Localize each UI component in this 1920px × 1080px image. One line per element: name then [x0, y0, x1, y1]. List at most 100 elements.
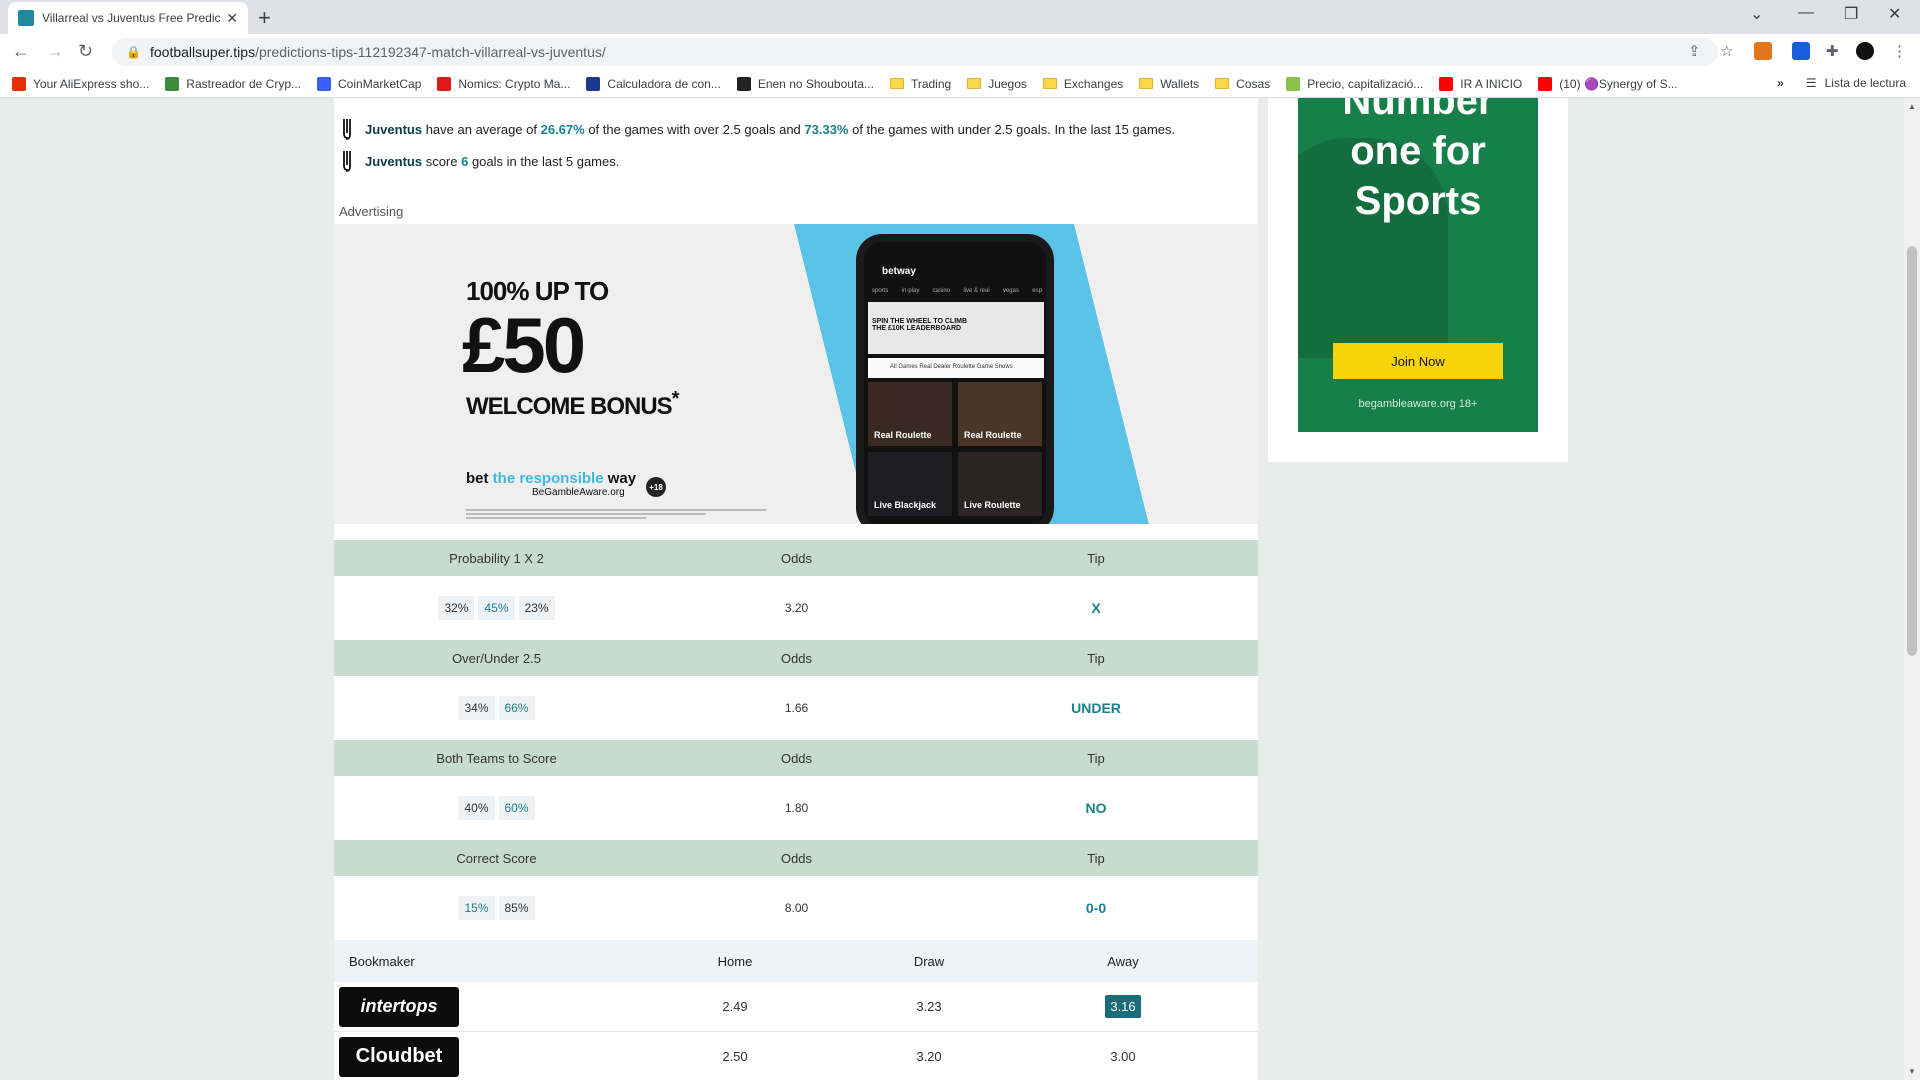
stat-line-goals: Juventus score 6 goals in the last 5 gam… — [342, 150, 619, 172]
share-icon[interactable]: ⇪ — [1688, 42, 1701, 60]
probability-chip: 15% — [458, 896, 495, 920]
bookmark-label: Wallets — [1160, 76, 1200, 91]
best-odds-badge[interactable]: 3.16 — [1105, 995, 1141, 1018]
chrome-menu-icon[interactable]: ⋮ — [1892, 42, 1907, 60]
bookmark-item[interactable]: IR A INICIO — [1439, 76, 1523, 91]
reading-list-icon[interactable]: ☰ — [1806, 76, 1817, 90]
minimize-icon[interactable]: — — [1798, 4, 1814, 22]
market-name: Both Teams to Score — [436, 750, 557, 766]
scroll-up-icon[interactable]: ▲ — [1908, 102, 1916, 111]
game-tile-label: Live Blackjack — [874, 500, 937, 510]
tip-label: Tip — [1087, 750, 1105, 766]
probability-chip: 34% — [458, 696, 495, 720]
odds-home[interactable]: 2.49 — [638, 999, 832, 1014]
odds-home[interactable]: 2.50 — [638, 1049, 832, 1064]
bookmark-label: Cosas — [1236, 76, 1271, 91]
bookmark-label: Exchanges — [1063, 76, 1124, 91]
folder-icon — [1042, 78, 1057, 89]
bookmark-item[interactable]: Enen no Shouboutа... — [736, 76, 874, 91]
bookmark-item[interactable]: Calculadora de con... — [586, 76, 721, 91]
url-path: /predictions-tips-112192347-match-villar… — [255, 44, 606, 60]
profile-avatar-icon[interactable] — [1856, 42, 1874, 60]
back-icon[interactable]: ← — [12, 41, 30, 62]
phone-brand: betway — [882, 266, 916, 277]
scroll-thumb[interactable] — [1907, 246, 1917, 656]
bookmark-item[interactable]: Trading — [889, 77, 951, 91]
odds-value: 1.80 — [784, 801, 809, 815]
col-draw: Draw — [913, 953, 945, 969]
address-bar[interactable]: 🔒 footballsuper.tips/predictions-tips-11… — [112, 38, 1718, 66]
bookmark-label: (10) 🟣Synergy of S... — [1559, 76, 1678, 91]
bitwarden-extension-icon[interactable] — [1792, 42, 1810, 60]
bookmark-item[interactable]: CoinMarketCap — [317, 76, 422, 91]
bookmaker-row: Cloudbet 2.50 3.20 3.00 — [334, 1032, 1258, 1080]
odds-draw[interactable]: 3.23 — [832, 999, 1026, 1014]
close-window-icon[interactable]: ✕ — [1888, 4, 1901, 24]
team-name[interactable]: Juventus — [365, 122, 422, 137]
bookmark-item[interactable]: Rastreador de Cryp... — [165, 76, 301, 91]
sidebar-sports-ad[interactable]: Number one for Sports Join Now begamblea… — [1298, 98, 1538, 432]
bookmark-item[interactable]: (10) 🟣Synergy of S... — [1538, 76, 1678, 91]
bookmark-label: CoinMarketCap — [338, 76, 422, 91]
betway-banner-ad[interactable]: 100% UP TO £50 WELCOME BONUS* bet the re… — [334, 224, 1258, 524]
market-name: Probability 1 X 2 — [449, 550, 544, 566]
join-now-button[interactable]: Join Now — [1333, 343, 1503, 379]
bookmark-label: IR A INICIO — [1460, 76, 1523, 91]
fine-print — [466, 509, 766, 519]
bookmark-item[interactable]: Nomics: Crypto Ma... — [437, 76, 570, 91]
probability-chip: 45% — [478, 596, 515, 620]
probability-list: 40% 60% — [334, 796, 659, 820]
tip-value: 0-0 — [1085, 900, 1107, 916]
prediction-data-row: 15% 85% 8.00 0-0 — [334, 876, 1258, 940]
col-bookmaker: Bookmaker — [349, 953, 415, 969]
close-tab-icon[interactable]: ✕ — [226, 10, 238, 27]
col-away: Away — [1107, 953, 1139, 969]
page-scrollbar[interactable]: ▲ ▼ — [1904, 98, 1920, 1080]
phone-mockup: betway sports in-play casino live & real veg… — [856, 234, 1054, 524]
bookmark-label: Calculadora de con... — [607, 76, 721, 91]
new-tab-icon[interactable]: + — [258, 5, 271, 31]
odds-draw[interactable]: 3.20 — [832, 1049, 1026, 1064]
ad-headline: Number one for Sports — [1298, 98, 1538, 226]
stat-line-over-under: Juventus have an average of 26.67% of th… — [342, 118, 1175, 140]
tab-title: Villarreal vs Juventus Free Predict — [42, 11, 221, 25]
more-bookmarks-icon[interactable]: » — [1777, 76, 1784, 90]
odds-value: 8.00 — [784, 901, 809, 915]
tip-value: NO — [1085, 800, 1107, 816]
bookmark-star-icon[interactable]: ☆ — [1720, 42, 1733, 60]
bookmark-favicon-icon — [586, 76, 601, 91]
reload-icon[interactable]: ↻ — [78, 41, 93, 62]
extensions-puzzle-icon[interactable]: ✚ — [1826, 42, 1839, 60]
bookmark-item[interactable]: Your AliExpress sho... — [12, 76, 150, 91]
probability-chip: 66% — [498, 696, 535, 720]
bookmark-item[interactable]: Cosas — [1215, 77, 1270, 91]
bookmaker-logo[interactable]: Cloudbet — [339, 1036, 459, 1077]
metamask-extension-icon[interactable] — [1754, 42, 1772, 60]
banner-bonus-mark: * — [671, 388, 680, 410]
game-tile-label: Real Roulette — [874, 430, 932, 440]
phone-menu-item: casino — [932, 288, 950, 294]
reading-list-label[interactable]: Lista de lectura — [1825, 76, 1906, 90]
bookmark-item[interactable]: Wallets — [1139, 77, 1199, 91]
odds-label: Odds — [780, 650, 813, 666]
juventus-crest-icon — [342, 118, 356, 140]
restore-icon[interactable]: ❐ — [1844, 4, 1858, 24]
scroll-down-icon[interactable]: ▼ — [1908, 1067, 1916, 1076]
prediction-header-row: Probability 1 X 2 Odds Tip — [334, 540, 1258, 576]
bookmark-label: Your AliExpress sho... — [33, 76, 150, 91]
odds-away[interactable]: 3.00 — [1110, 1049, 1135, 1064]
bookmark-item[interactable]: Juegos — [967, 77, 1027, 91]
probability-list: 34% 66% — [334, 696, 659, 720]
bookmaker-odds-table: Bookmaker Home Draw Away intertops 2.49 3.… — [334, 940, 1258, 1080]
bookmark-item[interactable]: Precio, capitalizació... — [1286, 76, 1423, 91]
bookmaker-logo[interactable]: intertops — [339, 986, 459, 1027]
browser-tab-active[interactable]: Villarreal vs Juventus Free Predict ✕ — [8, 2, 248, 34]
phone-promo-text: SPIN THE WHEEL TO CLIMB THE £10K LEADERB… — [872, 318, 968, 332]
forward-icon[interactable]: → — [46, 41, 64, 62]
bookmark-favicon-icon — [1439, 76, 1454, 91]
stat-under-value: 73.33% — [804, 121, 849, 137]
team-name[interactable]: Juventus — [365, 154, 422, 169]
bookmark-favicon-icon — [1538, 76, 1553, 91]
tab-search-icon[interactable]: ⌄ — [1750, 4, 1763, 24]
bookmark-item[interactable]: Exchanges — [1042, 76, 1124, 91]
